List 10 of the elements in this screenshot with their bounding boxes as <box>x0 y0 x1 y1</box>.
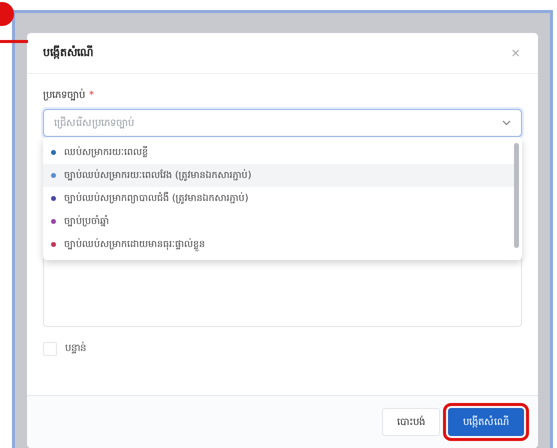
dropdown-option[interactable]: ច្បាប់ឈប់សម្រាករយៈពេលវែង (ត្រូវមានឯកសារភ្ជាប់) <box>43 164 514 187</box>
checkbox-label: បន្ទាន់ <box>65 341 86 356</box>
cancel-button[interactable]: បោះបង់ <box>382 408 440 436</box>
dialog-title: បង្កើតសំណើ <box>43 45 93 61</box>
annotation-marker-icon <box>0 0 30 46</box>
field-label: ប្រភេទច្បាប់ <box>43 88 85 103</box>
required-mark: * <box>89 90 94 101</box>
scrollbar[interactable] <box>514 143 519 248</box>
checkbox[interactable] <box>43 342 57 356</box>
chevron-icon <box>502 120 511 126</box>
